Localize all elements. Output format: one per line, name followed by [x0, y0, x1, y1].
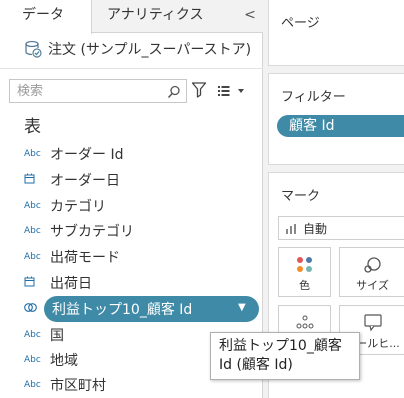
datasource-item[interactable]: 注文 (サンプル_スーパーストア) — [24, 38, 251, 60]
field-row[interactable]: 出荷日 — [0, 270, 263, 296]
field-name: 出荷モード — [50, 250, 120, 266]
string-type-icon: Abc — [24, 380, 41, 390]
bar-chart-icon — [285, 223, 297, 234]
field-name: 国 — [50, 328, 64, 344]
field-row[interactable]: Abc オーダー Id — [0, 141, 263, 167]
string-type-icon: Abc — [24, 252, 41, 262]
search-input[interactable] — [10, 80, 160, 103]
datasource-icon — [24, 40, 42, 58]
section-title-tables: 表 — [24, 117, 41, 137]
field-row[interactable]: オーダー日 — [0, 167, 263, 193]
list-view-icon[interactable] — [217, 83, 247, 97]
datasource-name: 注文 (サンプル_スーパーストア) — [48, 42, 252, 58]
field-name: カテゴリ — [50, 199, 106, 215]
field-name: 利益トップ10_顧客 Id — [52, 302, 193, 318]
string-type-icon: Abc — [24, 149, 41, 159]
field-name: 出荷日 — [50, 276, 92, 292]
field-row-selected[interactable]: 利益トップ10_顧客 Id ▼ — [0, 296, 263, 322]
field-name: サブカテゴリ — [50, 224, 134, 240]
date-type-icon — [0, 173, 50, 187]
field-name: オーダー Id — [50, 147, 124, 163]
string-type-icon: Abc — [24, 201, 41, 211]
color-button[interactable]: 色 — [278, 247, 331, 297]
field-name: オーダー日 — [50, 173, 120, 189]
string-type-icon: Abc — [24, 330, 41, 340]
field-row[interactable]: Abc 出荷モード — [0, 244, 263, 270]
field-row[interactable]: Abc カテゴリ — [0, 193, 263, 219]
set-type-icon — [0, 302, 50, 316]
color-label: 色 — [299, 279, 310, 292]
tooltip-line-1: 利益トップ10_顧客 — [219, 338, 342, 354]
filters-card[interactable]: フィルター 顧客 Id — [268, 73, 404, 165]
detail-icon — [279, 314, 330, 332]
hover-tooltip: 利益トップ10_顧客 Id (顧客 Id) — [210, 332, 360, 380]
divider — [0, 68, 263, 69]
size-button[interactable]: サイズ — [339, 247, 404, 297]
search-icon[interactable] — [167, 84, 181, 99]
date-type-icon — [0, 276, 50, 290]
filter-icon[interactable] — [191, 81, 207, 99]
chevron-down-icon[interactable]: ▼ — [238, 302, 246, 313]
pages-card[interactable]: ページ — [268, 0, 404, 66]
tooltip-line-2: Id (顧客 Id) — [219, 357, 293, 373]
pane-tabs: データ アナリティクス < — [0, 0, 263, 34]
tab-analytics[interactable]: アナリティクス — [92, 0, 242, 33]
tooltip-icon — [340, 314, 404, 332]
filter-pill[interactable]: 顧客 Id — [277, 115, 404, 137]
mark-type-label: 自動 — [303, 221, 328, 236]
search-box — [9, 79, 187, 103]
pages-title: ページ — [281, 16, 320, 31]
collapse-pane-button[interactable]: < — [243, 6, 257, 24]
filters-title: フィルター — [281, 90, 346, 105]
mark-type-dropdown[interactable]: 自動 — [278, 216, 404, 240]
size-label: サイズ — [356, 279, 389, 292]
color-icon — [279, 256, 330, 274]
field-name: 地域 — [50, 353, 78, 369]
size-icon — [340, 256, 404, 274]
field-row[interactable]: Abc サブカテゴリ — [0, 218, 263, 244]
tab-data[interactable]: データ — [0, 0, 92, 34]
string-type-icon: Abc — [24, 355, 41, 365]
string-type-icon: Abc — [24, 226, 41, 236]
marks-title: マーク — [281, 189, 321, 204]
field-name: 市区町村 — [50, 378, 106, 394]
